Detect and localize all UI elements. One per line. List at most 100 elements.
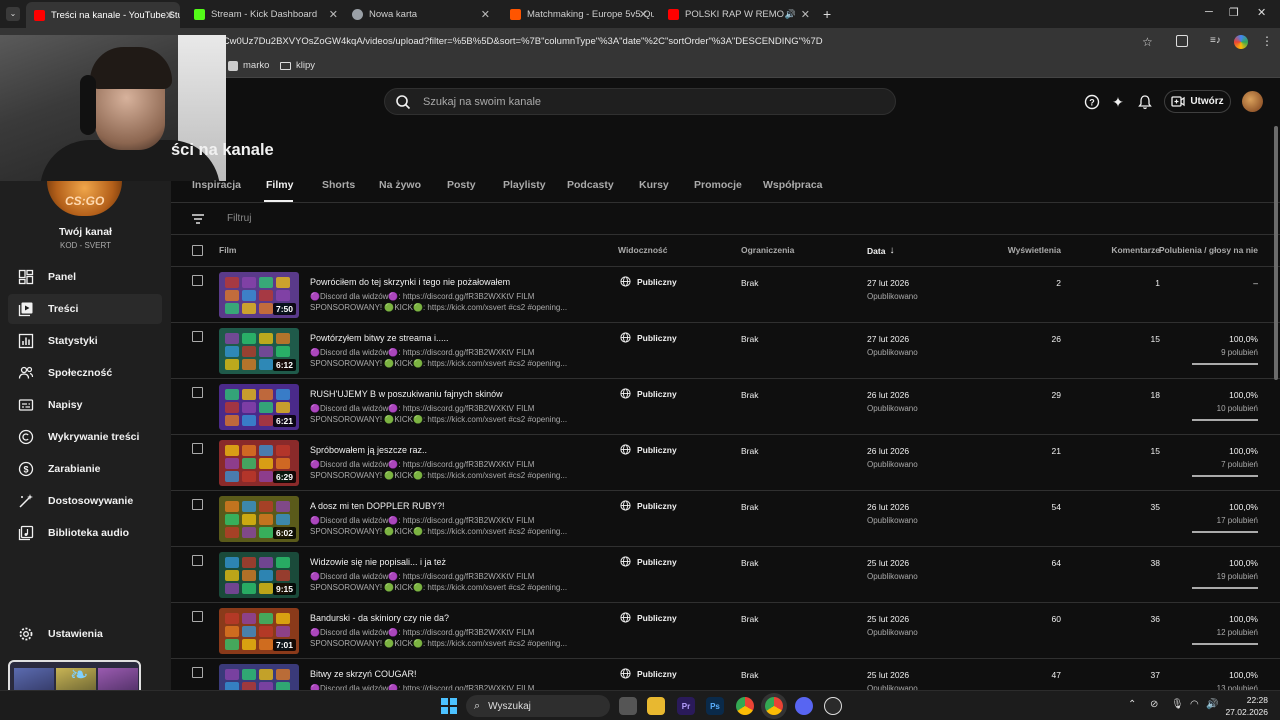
- video-thumbnail[interactable]: 6:02: [219, 496, 299, 542]
- column-header-date[interactable]: Data ↓: [867, 245, 894, 256]
- account-avatar[interactable]: [1242, 91, 1263, 112]
- browser-menu-icon[interactable]: ⋮: [1261, 34, 1273, 48]
- video-title[interactable]: RUSH'UJEMY B w poszukiwaniu fajnych skin…: [310, 389, 503, 399]
- filter-icon[interactable]: [191, 213, 205, 225]
- create-button[interactable]: Utwórz: [1164, 90, 1231, 113]
- network-icon[interactable]: ⊘: [1150, 699, 1158, 710]
- tab-live[interactable]: Na żywo: [379, 179, 421, 191]
- chevron-up-icon[interactable]: ⌃: [1128, 699, 1136, 710]
- visibility-cell[interactable]: Publiczny: [620, 668, 677, 679]
- file-explorer-icon[interactable]: [647, 697, 665, 715]
- tab-videos[interactable]: Filmy: [266, 179, 293, 191]
- tab-podcasts[interactable]: Podcasty: [567, 179, 614, 191]
- row-checkbox[interactable]: [192, 499, 203, 510]
- media-control-icon[interactable]: ≡♪: [1210, 35, 1221, 46]
- video-title[interactable]: Spróbowałem ją jeszcze raz..: [310, 445, 427, 455]
- scrollbar-thumb[interactable]: [1274, 126, 1278, 380]
- row-checkbox[interactable]: [192, 555, 203, 566]
- premiere-pro-icon[interactable]: Pr: [677, 697, 695, 715]
- video-thumbnail[interactable]: 7:01: [219, 608, 299, 654]
- table-row[interactable]: 9:15 Widzowie się nie popisali... i ja t…: [171, 547, 1280, 603]
- sidebar-item-analytics[interactable]: Statystyki: [8, 326, 162, 356]
- row-checkbox[interactable]: [192, 387, 203, 398]
- sidebar-item-content-detection[interactable]: Wykrywanie treści: [8, 422, 162, 452]
- video-thumbnail[interactable]: 6:12: [219, 328, 299, 374]
- chrome-active-icon[interactable]: [765, 697, 783, 715]
- row-checkbox[interactable]: [192, 331, 203, 342]
- new-tab-button[interactable]: +: [823, 6, 831, 22]
- video-title[interactable]: Widzowie się nie popisali... i ja też: [310, 557, 446, 567]
- video-title[interactable]: Bitwy ze skrzyń COUGAR!: [310, 669, 417, 679]
- url-field[interactable]: annel/UCw0Uz7Du2BXVYOsZoGW4kqA/videos/up…: [190, 34, 1140, 50]
- visibility-cell[interactable]: Publiczny: [620, 332, 677, 343]
- tab-playlists[interactable]: Playlisty: [503, 179, 546, 191]
- tab-posts[interactable]: Posty: [447, 179, 476, 191]
- windows-start-icon[interactable]: [441, 698, 457, 714]
- bookmark-folder-klipy[interactable]: klipy: [280, 60, 315, 71]
- table-row[interactable]: 6:12 Powtórzyłem bitwy ze streama i.....…: [171, 323, 1280, 379]
- table-row[interactable]: 6:29 Spróbowałem ją jeszcze raz.. 🟣Disco…: [171, 435, 1280, 491]
- sidebar-item-customization[interactable]: Dostosowywanie: [8, 486, 162, 516]
- browser-tab-youtube-studio[interactable]: Treści na kanale - YouTube Studio ✕: [26, 2, 180, 28]
- minimize-icon[interactable]: ─: [1205, 6, 1213, 18]
- sidebar-item-settings[interactable]: Ustawienia: [8, 619, 162, 649]
- restore-icon[interactable]: ❐: [1229, 6, 1239, 19]
- video-title[interactable]: Powróciłem do tej skrzynki i tego nie po…: [310, 277, 510, 287]
- visibility-cell[interactable]: Publiczny: [620, 500, 677, 511]
- tab-shorts[interactable]: Shorts: [322, 179, 355, 191]
- tab-promotions[interactable]: Promocje: [694, 179, 742, 191]
- bookmark-star-icon[interactable]: ☆: [1142, 35, 1153, 49]
- video-thumbnail[interactable]: 6:21: [219, 384, 299, 430]
- tab-courses[interactable]: Kursy: [639, 179, 669, 191]
- video-thumbnail[interactable]: 6:29: [219, 440, 299, 486]
- microphone-icon[interactable]: 🎙: [1171, 699, 1184, 710]
- visibility-cell[interactable]: Publiczny: [620, 276, 677, 287]
- visibility-cell[interactable]: Publiczny: [620, 388, 677, 399]
- video-title[interactable]: A dosz mi ten DOPPLER RUBY?!: [310, 501, 445, 511]
- row-checkbox[interactable]: [192, 611, 203, 622]
- photoshop-icon[interactable]: Ps: [706, 697, 724, 715]
- close-tab-icon[interactable]: ✕: [639, 8, 648, 21]
- row-checkbox[interactable]: [192, 667, 203, 678]
- visibility-cell[interactable]: Publiczny: [620, 444, 677, 455]
- video-thumbnail[interactable]: 7:50: [219, 272, 299, 318]
- sidebar-item-monetization[interactable]: $ Zarabianie: [8, 454, 162, 484]
- browser-tab-new[interactable]: Nowa karta ✕: [344, 3, 496, 25]
- sidebar-item-panel[interactable]: Panel: [8, 262, 162, 292]
- video-thumbnail[interactable]: 9:15: [219, 552, 299, 598]
- help-icon[interactable]: ?: [1083, 93, 1101, 111]
- browser-tab-kick[interactable]: Stream - Kick Dashboard ✕: [186, 3, 344, 25]
- tab-list-button[interactable]: ⌄: [6, 7, 20, 21]
- sidebar-item-subtitles[interactable]: Napisy: [8, 390, 162, 420]
- select-all-checkbox[interactable]: [192, 245, 203, 256]
- profile-icon[interactable]: [1234, 35, 1248, 49]
- taskbar-clock[interactable]: 22:28 27.02.2026: [1225, 694, 1268, 718]
- row-checkbox[interactable]: [192, 275, 203, 286]
- channel-search-bar[interactable]: Szukaj na swoim kanale: [384, 88, 896, 115]
- close-tab-icon[interactable]: ✕: [329, 8, 338, 21]
- tab-inspiration[interactable]: Inspiracja: [192, 179, 241, 191]
- sidebar-item-content[interactable]: Treści: [8, 294, 162, 324]
- table-row[interactable]: 7:50 Powróciłem do tej skrzynki i tego n…: [171, 267, 1280, 323]
- row-checkbox[interactable]: [192, 443, 203, 454]
- discord-icon[interactable]: [795, 697, 813, 715]
- close-tab-icon[interactable]: ✕: [801, 8, 810, 21]
- chrome-icon[interactable]: [736, 697, 754, 715]
- notifications-bell-icon[interactable]: [1136, 93, 1154, 111]
- channel-avatar[interactable]: CS:GO: [47, 181, 122, 216]
- close-tab-icon[interactable]: ✕: [481, 8, 490, 21]
- video-title[interactable]: Powtórzyłem bitwy ze streama i.....: [310, 333, 449, 343]
- sidebar-item-audio-library[interactable]: Biblioteka audio: [8, 518, 162, 548]
- visibility-cell[interactable]: Publiczny: [620, 556, 677, 567]
- bookmark-marko[interactable]: marko: [228, 60, 269, 71]
- sparkle-icon[interactable]: ✦: [1109, 93, 1127, 111]
- browser-tab-music[interactable]: POLSKI RAP W REMO 🔊 ✕: [660, 3, 816, 25]
- video-title[interactable]: Bandurski - da skiniory czy nie da?: [310, 613, 449, 623]
- tab-collaboration[interactable]: Współpraca: [763, 179, 823, 191]
- task-view-icon[interactable]: [619, 697, 637, 715]
- taskbar-search[interactable]: ⌕ Wyszukaj: [466, 695, 610, 717]
- browser-tab-matchmaking[interactable]: Matchmaking - Europe 5v5 Qu ✕: [502, 3, 654, 25]
- sidebar-item-community[interactable]: Społeczność: [8, 358, 162, 388]
- table-row[interactable]: 7:01 Bandurski - da skiniory czy nie da?…: [171, 603, 1280, 659]
- table-row[interactable]: 6:02 A dosz mi ten DOPPLER RUBY?! 🟣Disco…: [171, 491, 1280, 547]
